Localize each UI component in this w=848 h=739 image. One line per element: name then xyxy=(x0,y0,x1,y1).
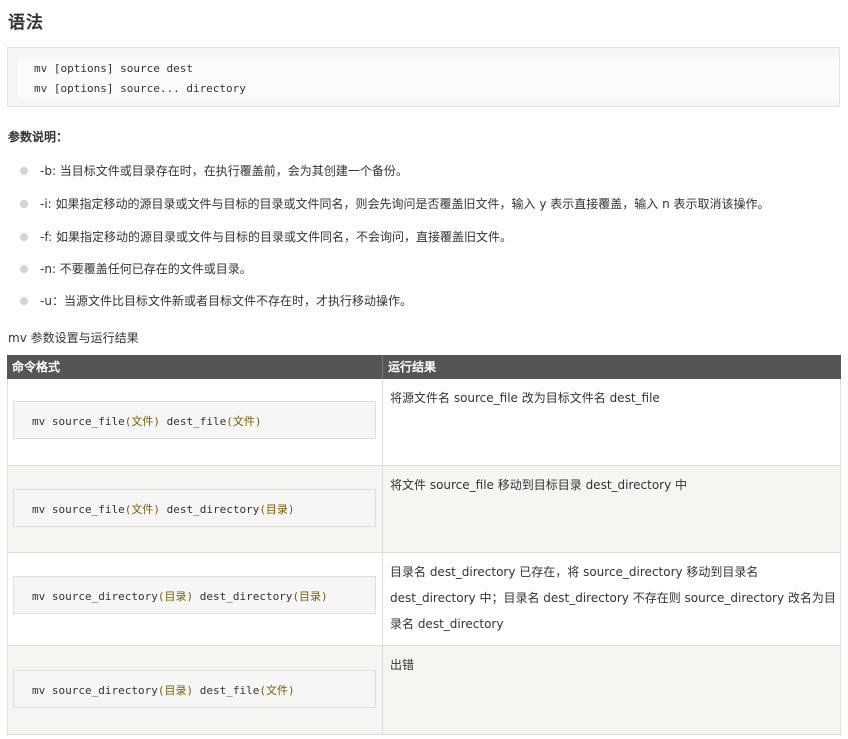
list-item: -u：当源文件比目标文件新或者目标文件不存在时，才执行移动操作。 xyxy=(20,292,840,312)
table-row: mv source_file(文件) dest_file(文件) 将源文件名 s… xyxy=(7,379,841,466)
command-code-box: mv source_file(文件) dest_directory(目录) xyxy=(13,489,376,527)
section-heading: 语法 xyxy=(8,13,44,33)
option-flag: -b xyxy=(40,164,52,178)
option-desc: : 如果指定移动的源目录或文件与目标的目录或文件同名，不会询问，直接覆盖旧文件。 xyxy=(48,230,513,244)
option-flag: -n xyxy=(40,262,52,276)
list-item: -n: 不要覆盖任何已存在的文件或目录。 xyxy=(20,260,840,280)
table-row: mv source_file(文件) dest_directory(目录) 将文… xyxy=(7,466,841,553)
bullet-icon xyxy=(20,233,28,241)
list-item: -f: 如果指定移动的源目录或文件与目标的目录或文件同名，不会询问，直接覆盖旧文… xyxy=(20,228,840,248)
bullet-icon xyxy=(20,167,28,175)
option-text: -f: 如果指定移动的源目录或文件与目标的目录或文件同名，不会询问，直接覆盖旧文… xyxy=(40,228,512,246)
option-text: -i: 如果指定移动的源目录或文件与目标的目录或文件同名，则会先询问是否覆盖旧文… xyxy=(40,195,770,213)
result-line: 目录名 dest_directory 已存在，将 source_director… xyxy=(390,565,759,579)
column-divider xyxy=(382,466,383,552)
list-item: -i: 如果指定移动的源目录或文件与目标的目录或文件同名，则会先询问是否覆盖旧文… xyxy=(20,195,840,215)
command-text: mv source_file(文件) dest_file(文件) xyxy=(32,415,262,428)
option-text: -b: 当目标文件或目录存在时，在执行覆盖前，会为其创建一个备份。 xyxy=(40,162,408,180)
column-divider xyxy=(382,553,383,645)
option-text: -u：当源文件比目标文件新或者目标文件不存在时，才执行移动操作。 xyxy=(40,292,412,310)
table-row: mv source_directory(目录) dest_directory(目… xyxy=(7,553,841,646)
command-code-box: mv source_directory(目录) dest_directory(目… xyxy=(13,576,376,614)
article-page: 语法 mv [options] source dest mv [options]… xyxy=(0,0,848,739)
table-caption: mv 参数设置与运行结果 xyxy=(8,331,139,345)
bullet-icon xyxy=(20,265,28,273)
bullet-icon xyxy=(20,297,28,305)
result-text: 将源文件名 source_file 改为目标文件名 dest_file xyxy=(390,391,660,405)
result-text: 目录名 dest_directory 已存在，将 source_director… xyxy=(390,559,836,637)
command-text: mv source_file(文件) dest_directory(目录) xyxy=(32,503,295,516)
table-header-command: 命令格式 xyxy=(7,355,382,379)
column-divider xyxy=(382,646,383,734)
column-divider xyxy=(382,379,383,465)
syntax-code-block: mv [options] source dest mv [options] so… xyxy=(7,47,840,107)
syntax-code-inner: mv [options] source dest mv [options] so… xyxy=(18,58,839,98)
option-text: -n: 不要覆盖任何已存在的文件或目录。 xyxy=(40,260,252,278)
result-line: dest_directory 中；目录名 dest_directory 不存在则… xyxy=(390,591,836,605)
result-table: 命令格式 运行结果 mv source_file(文件) dest_file(文… xyxy=(7,355,841,735)
result-text: 将文件 source_file 移动到目标目录 dest_directory 中 xyxy=(390,478,688,492)
table-header-result: 运行结果 xyxy=(382,355,841,379)
syntax-line-1: mv [options] source dest xyxy=(34,62,193,75)
option-desc: ：当源文件比目标文件新或者目标文件不存在时，才执行移动操作。 xyxy=(51,294,412,308)
option-flag: -f xyxy=(40,230,49,244)
list-item: -b: 当目标文件或目录存在时，在执行覆盖前，会为其创建一个备份。 xyxy=(20,162,840,182)
option-desc: : 当目标文件或目录存在时，在执行覆盖前，会为其创建一个备份。 xyxy=(51,164,408,178)
result-text: 出错 xyxy=(390,658,415,672)
syntax-line-2: mv [options] source... directory xyxy=(34,82,246,95)
bullet-icon xyxy=(20,200,28,208)
command-code-box: mv source_file(文件) dest_file(文件) xyxy=(13,401,376,439)
option-flag: -i xyxy=(40,197,48,211)
result-line: 录名 dest_directory xyxy=(390,617,504,631)
option-flag: -u xyxy=(40,294,52,308)
option-desc: : 不要覆盖任何已存在的文件或目录。 xyxy=(51,262,252,276)
table-row: mv source_directory(目录) dest_file(文件) 出错 xyxy=(7,646,841,735)
command-text: mv source_directory(目录) dest_file(文件) xyxy=(32,684,295,697)
command-text: mv source_directory(目录) dest_directory(目… xyxy=(32,590,328,603)
params-title: 参数说明： xyxy=(8,130,69,144)
command-code-box: mv source_directory(目录) dest_file(文件) xyxy=(13,670,376,708)
option-desc: : 如果指定移动的源目录或文件与目标的目录或文件同名，则会先询问是否覆盖旧文件，… xyxy=(47,197,770,211)
